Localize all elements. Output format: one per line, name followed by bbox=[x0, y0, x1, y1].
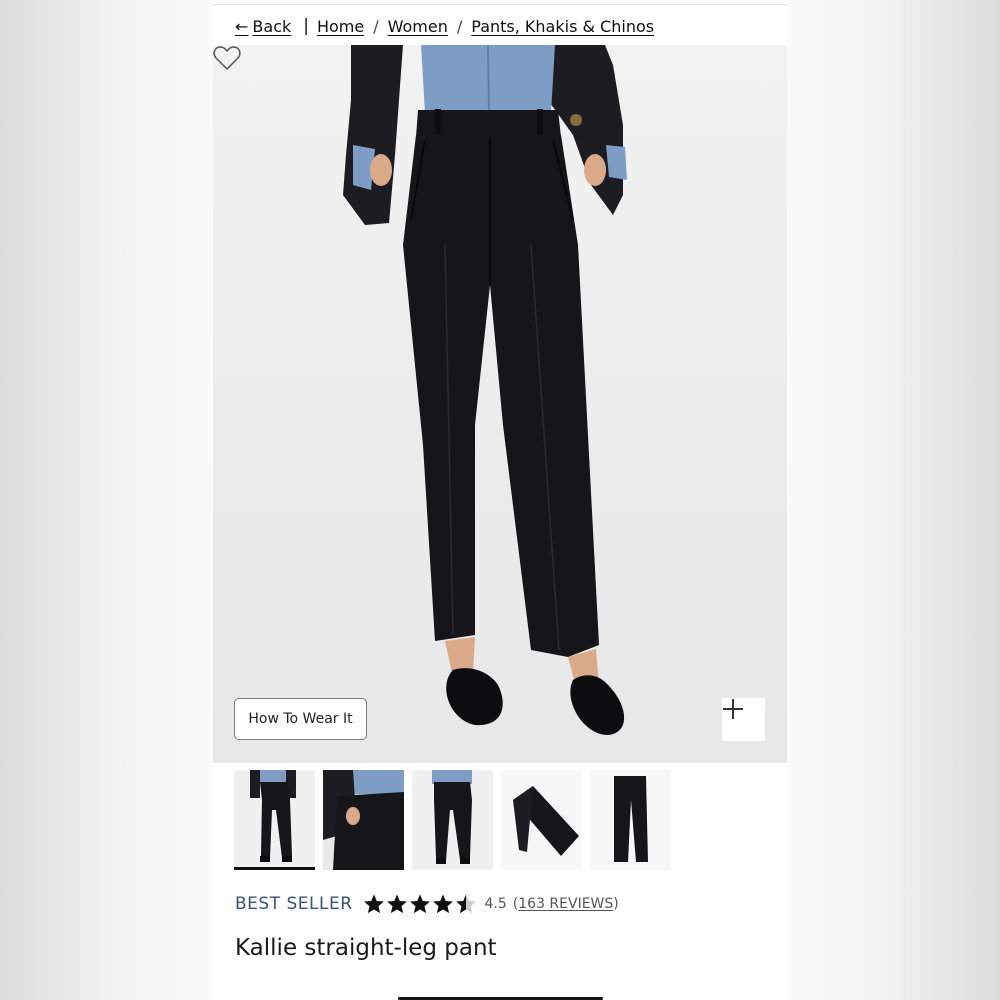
rating-stars[interactable] bbox=[363, 893, 477, 915]
thumbnail-front-full[interactable] bbox=[234, 770, 315, 870]
arrow-left-icon: ← bbox=[235, 16, 249, 36]
product-photo bbox=[343, 45, 627, 735]
breadcrumb-separator: / bbox=[456, 16, 463, 36]
star-half-icon bbox=[455, 894, 476, 914]
star-full-icon bbox=[386, 894, 407, 914]
thumbnail-image bbox=[501, 770, 582, 870]
reviews-link[interactable]: 163 REVIEWS bbox=[518, 896, 613, 912]
plus-icon bbox=[723, 699, 743, 719]
breadcrumb-separator: / bbox=[373, 16, 379, 36]
breadcrumb-home[interactable]: Home bbox=[317, 17, 364, 36]
breadcrumb: ← Back | Home / Women / Pants, Khakis & … bbox=[235, 14, 654, 38]
reviews-close-paren: ) bbox=[613, 896, 619, 912]
star-full-icon bbox=[363, 894, 384, 914]
thumbnail-image bbox=[432, 770, 472, 864]
thumbnail-back-full[interactable] bbox=[412, 770, 493, 870]
product-meta: BEST SELLER 4.5 (163 REVIEWS) bbox=[235, 893, 619, 915]
how-to-wear-it-button[interactable]: How To Wear It bbox=[234, 698, 367, 740]
back-label: Back bbox=[252, 16, 292, 36]
reviews-count: (163 REVIEWS) bbox=[513, 896, 619, 912]
zoom-button[interactable] bbox=[722, 698, 765, 741]
product-page: ← Back | Home / Women / Pants, Khakis & … bbox=[213, 0, 787, 1000]
heart-icon[interactable] bbox=[213, 45, 241, 71]
thumbnail-image bbox=[250, 770, 296, 862]
star-full-icon bbox=[409, 894, 430, 914]
breadcrumb-divider: | bbox=[303, 16, 309, 36]
thumbnail-pocket-closeup[interactable] bbox=[323, 770, 404, 870]
thumbnail-strip bbox=[234, 770, 671, 870]
top-divider bbox=[213, 4, 787, 5]
product-title: Kallie straight-leg pant bbox=[235, 935, 497, 961]
rating-value: 4.5 bbox=[484, 896, 507, 912]
product-hero-image[interactable]: How To Wear It bbox=[213, 45, 787, 763]
thumbnail-image bbox=[323, 770, 404, 870]
back-link[interactable]: ← Back bbox=[235, 17, 291, 36]
breadcrumb-women[interactable]: Women bbox=[388, 17, 448, 36]
thumbnail-image bbox=[590, 770, 671, 870]
thumbnail-flat-lay[interactable] bbox=[590, 770, 671, 870]
best-seller-badge: BEST SELLER bbox=[235, 894, 353, 914]
thumbnail-folded-flat[interactable] bbox=[501, 770, 582, 870]
star-full-icon bbox=[432, 894, 453, 914]
breadcrumb-pants-khakis-chinos[interactable]: Pants, Khakis & Chinos bbox=[471, 17, 654, 36]
